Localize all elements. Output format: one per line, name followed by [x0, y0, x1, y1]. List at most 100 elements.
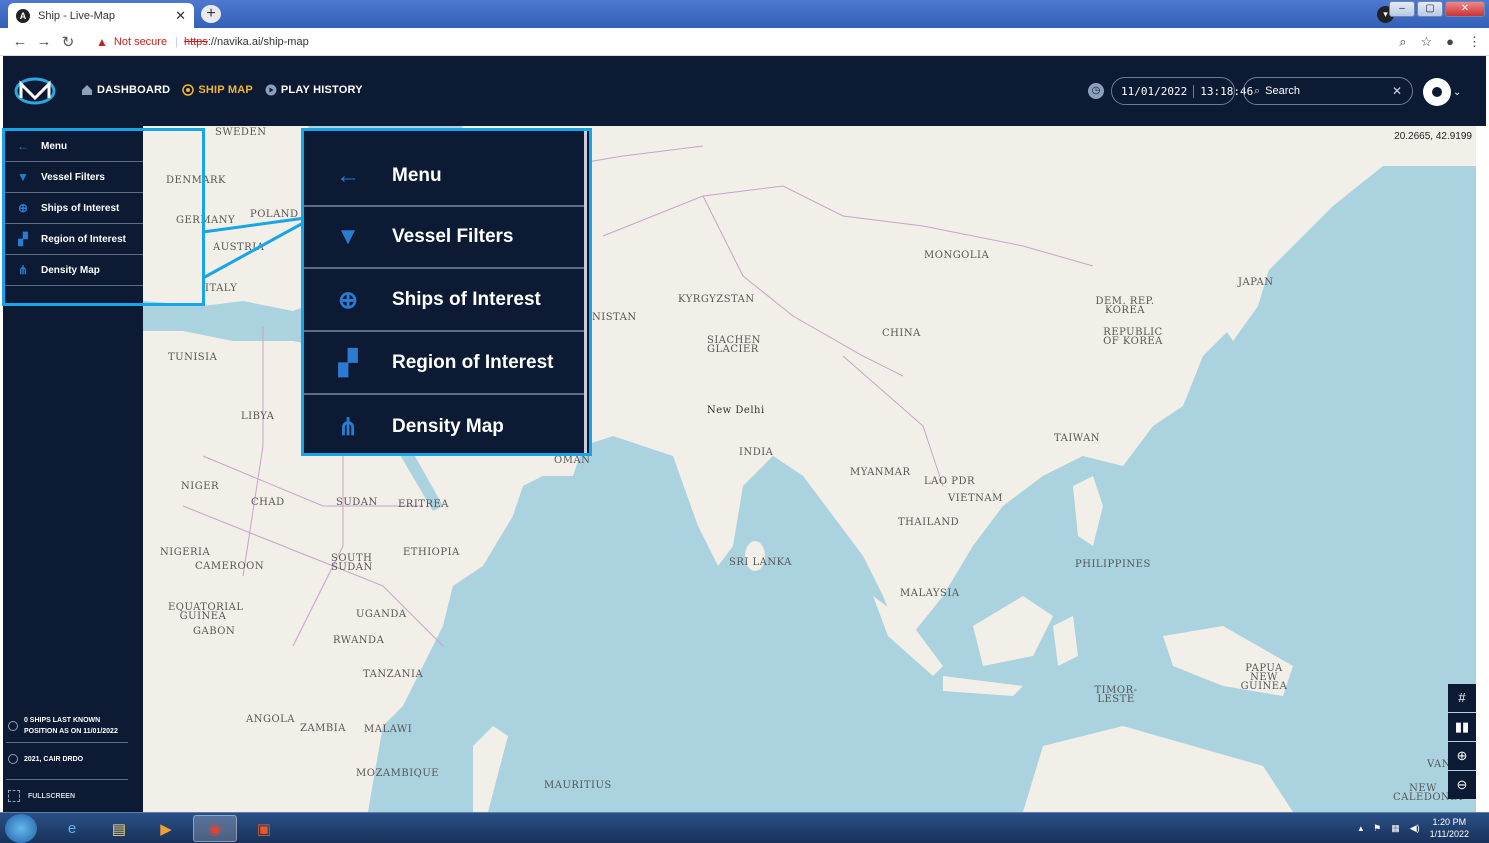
warning-icon: ▲ [96, 34, 108, 49]
datetime-display[interactable]: 11/01/2022 13:18:46 [1111, 77, 1253, 105]
sidebar-item-ships-of-interest[interactable]: ⊕ Ships of Interest [5, 193, 143, 224]
map-label: LIBYA [241, 411, 275, 422]
nav-play-history[interactable]: PLAY HISTORY [265, 84, 363, 96]
start-button[interactable] [5, 814, 37, 843]
window-controls: – ▢ ✕ [1389, 1, 1485, 17]
fullscreen-button[interactable]: FULLSCREEN [8, 790, 75, 802]
tab-title: Ship - Live-Map [38, 9, 116, 22]
volume-icon[interactable]: ◀) [1410, 823, 1420, 834]
back-icon[interactable]: ← [8, 33, 32, 50]
reload-icon[interactable]: ↻ [56, 33, 80, 51]
map-label: ETHIOPIA [403, 547, 460, 558]
taskbar-date: 1/11/2022 [1429, 829, 1469, 839]
bookmark-star-icon[interactable]: ☆ [1420, 34, 1432, 50]
callout-item-vessel-filters[interactable]: ▼ Vessel Filters [304, 207, 587, 269]
navika-logo-icon[interactable] [13, 76, 57, 106]
fullscreen-label: FULLSCREEN [27, 792, 76, 800]
nav-dashboard-label: DASHBOARD [97, 84, 171, 96]
callout-item-region-of-interest[interactable]: ▞ Region of Interest [304, 333, 587, 395]
map-label: REPUBLIC OF KOREA [1103, 327, 1163, 347]
kebab-menu-icon[interactable]: ⋮ [1468, 34, 1481, 50]
nav-play-history-label: PLAY HISTORY [280, 84, 363, 96]
date-value: 11/01/2022 [1112, 84, 1195, 98]
tray-expand-icon[interactable]: ▴ [1359, 823, 1364, 834]
crosshair-icon: ⊕ [337, 286, 359, 314]
nav-dashboard[interactable]: DASHBOARD [81, 84, 170, 96]
map-label: LAO PDR [924, 476, 976, 487]
media-player-icon[interactable]: ▶ [144, 815, 188, 842]
maximize-button[interactable]: ▢ [1417, 1, 1443, 17]
url-scheme[interactable]: https [184, 36, 208, 48]
window-close-button[interactable]: ✕ [1445, 1, 1485, 17]
zoom-icon[interactable]: ⌕ [1399, 34, 1406, 50]
map-label: CAMEROON [195, 561, 265, 572]
arrow-left-icon: ← [336, 161, 360, 189]
callout-scrollbar[interactable] [584, 131, 587, 453]
forward-icon[interactable]: → [32, 33, 56, 50]
not-secure-label[interactable]: Not secure [114, 36, 167, 48]
map-label: THAILAND [898, 517, 960, 528]
chevron-down-icon[interactable]: ⌄ [1453, 87, 1461, 98]
address-bar: ← → ↻ ▲ Not secure | https ://navika.ai/… [0, 28, 1489, 56]
url-text[interactable]: ://navika.ai/ship-map [208, 36, 309, 48]
coordinate-readout: 20.2665, 42.9199 [1394, 131, 1472, 142]
map-layers-icon[interactable]: ▮▮ [1448, 713, 1476, 741]
copyright: 2021, CAIR DRDO [8, 754, 83, 764]
map-label: MALAYSIA [900, 588, 960, 599]
zoom-in-icon[interactable]: ⊕ [1448, 742, 1476, 770]
zoomed-menu-callout: ← Menu ▼ Vessel Filters ⊕ Ships of Inter… [301, 128, 592, 456]
divider [6, 742, 128, 743]
map-label: KYRGYZSTAN [678, 294, 755, 305]
sidebar-item-density-map[interactable]: ⋔ Density Map [5, 255, 143, 286]
copyright-text: 2021, CAIR DRDO [23, 755, 84, 763]
chrome-icon[interactable]: ◉ [193, 815, 237, 842]
map-label: SUDAN [336, 497, 378, 508]
callout-item-label: Density Map [392, 416, 504, 437]
zoom-out-icon[interactable]: ⊖ [1448, 771, 1476, 799]
callout-item-menu[interactable]: ← Menu [304, 146, 587, 207]
map-label: NIGERIA [160, 547, 211, 558]
map-label: MALAWI [364, 724, 413, 735]
network-status-icon[interactable]: ▦ [1391, 823, 1400, 834]
sidebar-item-label: Density Map [41, 264, 100, 276]
map-label: JAPAN [1238, 277, 1274, 288]
avatar[interactable] [1423, 78, 1451, 106]
action-center-icon[interactable]: ⚑ [1373, 823, 1381, 834]
map-label: ZAMBIA [300, 723, 346, 734]
file-explorer-icon[interactable]: ▤ [97, 815, 141, 842]
map-label: TIMOR-LESTE [1094, 685, 1138, 705]
funnel-icon: ▼ [336, 223, 360, 250]
search-placeholder: Search [1265, 85, 1301, 97]
map-label: TAIWAN [1054, 433, 1101, 444]
sidebar-item-vessel-filters[interactable]: ▼ Vessel Filters [5, 162, 143, 193]
grid-toggle-icon[interactable]: # [1448, 684, 1476, 712]
search-input[interactable]: ⌕ Search ✕ [1243, 77, 1413, 105]
search-icon: ⌕ [1254, 84, 1261, 97]
callout-item-ships-of-interest[interactable]: ⊕ Ships of Interest [304, 270, 587, 332]
internet-explorer-icon[interactable]: e [50, 815, 94, 842]
callout-item-label: Ships of Interest [392, 289, 541, 310]
system-tray: ▴ ⚑ ▦ ◀) 1:20 PM 1/11/2022 [1359, 816, 1469, 840]
user-menu[interactable]: ⌄ [1423, 78, 1471, 106]
account-icon[interactable]: ● [1446, 34, 1454, 50]
search-clear-icon[interactable]: ✕ [1392, 84, 1402, 98]
nav-ship-map[interactable]: SHIP MAP [182, 84, 253, 96]
taskbar-clock[interactable]: 1:20 PM 1/11/2022 [1430, 816, 1469, 840]
map-label: CHINA [882, 328, 921, 339]
map-label: ANGOLA [246, 714, 296, 725]
ships-status: 0 SHIPS LAST KNOWN POSITION AS ON 11/01/… [8, 715, 118, 737]
browser-tab[interactable]: A Ship - Live-Map ✕ [8, 3, 194, 28]
new-tab-button[interactable]: + [201, 5, 221, 23]
callout-item-density-map[interactable]: ⋔ Density Map [304, 396, 587, 458]
minimize-button[interactable]: – [1389, 1, 1415, 17]
map-label: NIGER [181, 481, 220, 492]
map-label: DENMARK [166, 175, 227, 186]
play-icon [265, 84, 277, 96]
powerpoint-icon[interactable]: ▣ [242, 815, 286, 842]
network-icon: ⋔ [337, 413, 359, 441]
callout-item-label: Region of Interest [392, 352, 554, 373]
sidebar-item-region-of-interest[interactable]: ▞ Region of Interest [5, 224, 143, 255]
sidebar-item-menu[interactable]: ← Menu [5, 131, 143, 162]
tab-close-icon[interactable]: ✕ [175, 8, 186, 24]
top-navigation: DASHBOARD SHIP MAP PLAY HISTORY [81, 84, 363, 96]
